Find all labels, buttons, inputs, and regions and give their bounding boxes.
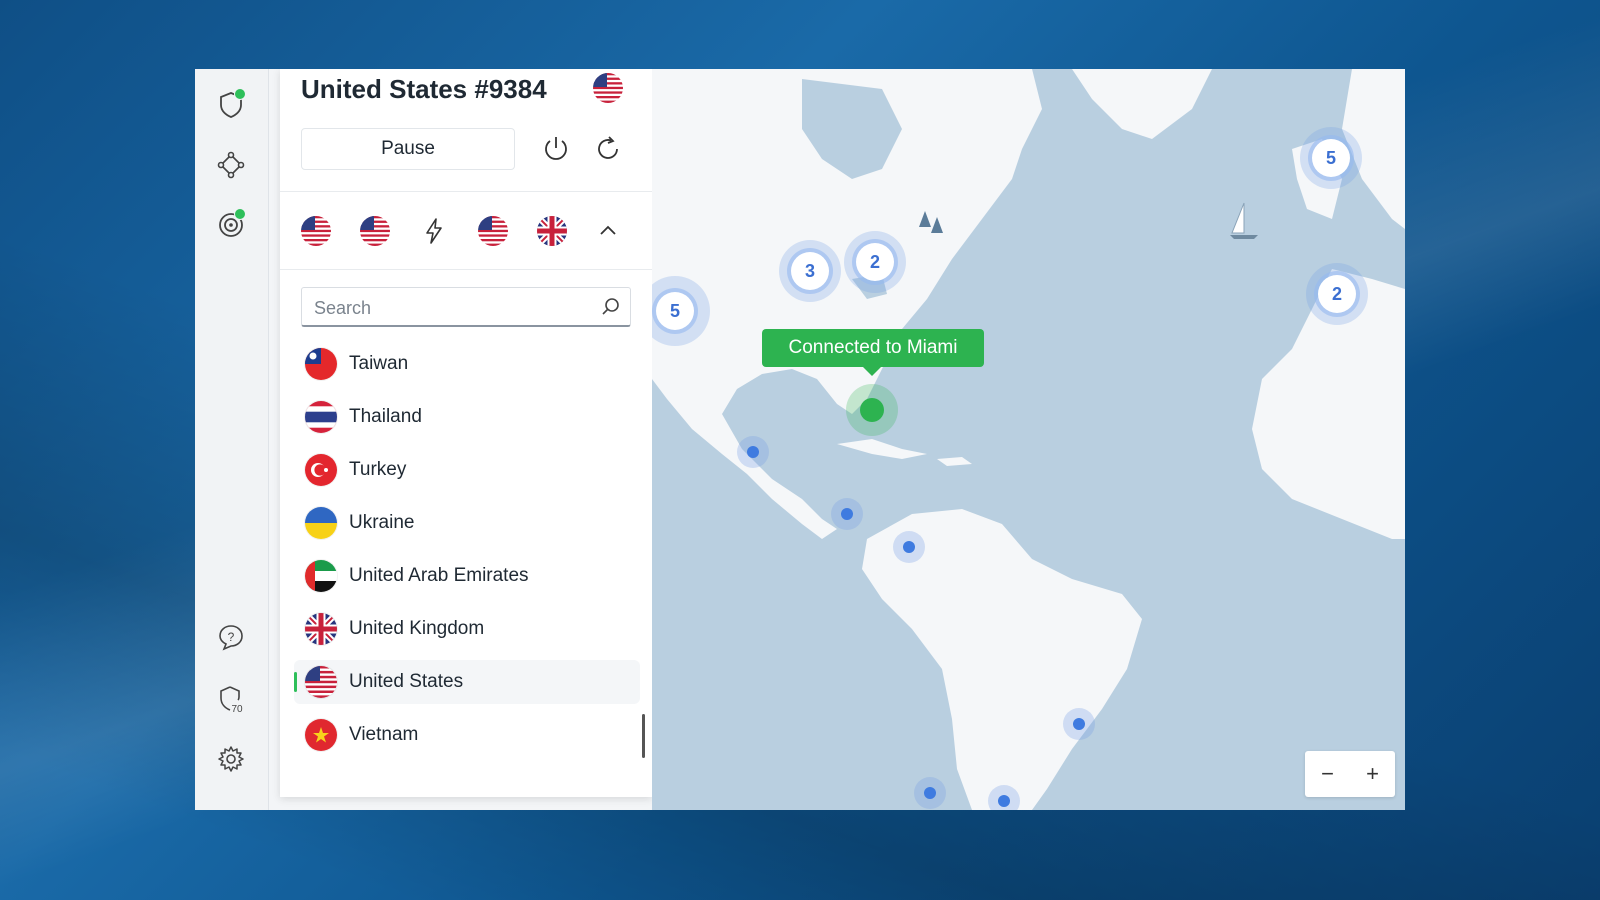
country-item-united-arab-emirates[interactable]: United Arab Emirates bbox=[294, 554, 640, 598]
quick-connect-us-3[interactable] bbox=[478, 216, 508, 246]
quick-connect-us-1[interactable] bbox=[301, 216, 331, 246]
vpn-app-window: ? 70 United States #9384 Pause Search Ta… bbox=[195, 69, 1405, 810]
disconnect-button[interactable] bbox=[539, 132, 573, 166]
server-location-pin[interactable] bbox=[988, 785, 1020, 810]
pause-button[interactable]: Pause bbox=[301, 128, 515, 170]
country-name: Ukraine bbox=[349, 512, 415, 533]
country-item-turkey[interactable]: Turkey bbox=[294, 448, 640, 492]
zoom-controls: − + bbox=[1305, 751, 1395, 797]
country-name: United Arab Emirates bbox=[349, 565, 529, 586]
lightning-icon bbox=[426, 218, 442, 244]
zoom-in-button[interactable]: + bbox=[1350, 751, 1395, 797]
search-input[interactable] bbox=[312, 296, 596, 320]
nav-rail: ? 70 bbox=[195, 69, 269, 810]
country-item-united-kingdom[interactable]: United Kingdom bbox=[294, 607, 640, 651]
nav-threat-protection[interactable] bbox=[213, 207, 249, 243]
uk-flag-icon bbox=[305, 613, 337, 645]
country-item-vietnam[interactable]: Vietnam bbox=[294, 713, 640, 757]
search-icon bbox=[602, 298, 619, 315]
connected-server-title: United States #9384 bbox=[301, 74, 547, 104]
list-scrollbar[interactable] bbox=[642, 714, 645, 758]
status-dot bbox=[234, 208, 246, 220]
gear-icon bbox=[218, 746, 244, 772]
country-name: United States bbox=[349, 671, 464, 692]
tree-icon bbox=[919, 211, 943, 233]
country-item-ukraine[interactable]: Ukraine bbox=[294, 501, 640, 545]
server-cluster[interactable]: 3 bbox=[779, 240, 841, 302]
country-item-taiwan[interactable]: Taiwan bbox=[294, 342, 640, 386]
server-cluster[interactable]: 5 bbox=[1300, 127, 1362, 189]
status-dot bbox=[234, 88, 246, 100]
country-name: Taiwan bbox=[349, 353, 409, 374]
zoom-out-button[interactable]: − bbox=[1305, 751, 1350, 797]
chevron-up-icon bbox=[600, 225, 616, 235]
nav-settings[interactable] bbox=[213, 741, 249, 777]
country-name: Vietnam bbox=[349, 724, 419, 745]
us-flag-icon bbox=[593, 73, 623, 103]
sailboat-icon bbox=[1230, 202, 1258, 239]
shield-badge-icon: 70 bbox=[220, 686, 243, 714]
nav-vpn-shield[interactable] bbox=[213, 87, 249, 123]
search-field[interactable] bbox=[301, 287, 631, 327]
country-name: Thailand bbox=[349, 406, 422, 427]
uae-flag-icon bbox=[305, 560, 337, 592]
help-icon: ? bbox=[219, 625, 243, 651]
svg-text:70: 70 bbox=[231, 704, 243, 714]
server-location-pin[interactable] bbox=[831, 498, 863, 530]
meshnet-icon bbox=[217, 151, 245, 179]
ukraine-flag-icon bbox=[305, 507, 337, 539]
server-cluster[interactable]: 2 bbox=[1306, 263, 1368, 325]
us-flag-icon bbox=[305, 666, 337, 698]
country-name: United Kingdom bbox=[349, 618, 485, 639]
map-landmasses bbox=[652, 69, 1405, 810]
nav-meshnet[interactable] bbox=[213, 147, 249, 183]
reconnect-button[interactable] bbox=[591, 132, 625, 166]
thailand-flag-icon bbox=[305, 401, 337, 433]
collapse-button[interactable] bbox=[591, 214, 625, 248]
quick-connect-gb[interactable] bbox=[537, 216, 567, 246]
quick-connect-fastest[interactable] bbox=[419, 216, 449, 246]
server-location-pin[interactable] bbox=[737, 436, 769, 468]
taiwan-flag-icon bbox=[305, 348, 337, 380]
divider bbox=[280, 269, 652, 270]
server-location-pin[interactable] bbox=[1063, 708, 1095, 740]
turkey-flag-icon bbox=[305, 454, 337, 486]
connection-tooltip: Connected to Miami bbox=[762, 329, 984, 376]
nav-help[interactable]: ? bbox=[213, 619, 249, 655]
vietnam-flag-icon bbox=[305, 719, 337, 751]
server-cluster[interactable]: 2 bbox=[844, 231, 906, 293]
power-icon bbox=[545, 137, 567, 160]
active-indicator bbox=[294, 672, 297, 692]
country-name: Turkey bbox=[349, 459, 407, 480]
connected-location-marker[interactable] bbox=[846, 384, 898, 436]
refresh-icon bbox=[598, 136, 618, 159]
world-map[interactable]: 5 3 2 5 2 Connected to Miami − + bbox=[652, 69, 1405, 810]
svg-text:?: ? bbox=[228, 630, 235, 644]
quick-connect-us-2[interactable] bbox=[360, 216, 390, 246]
server-location-pin[interactable] bbox=[893, 531, 925, 563]
divider bbox=[280, 191, 652, 192]
nav-dark-web-monitor[interactable]: 70 bbox=[213, 681, 249, 717]
country-item-thailand[interactable]: Thailand bbox=[294, 395, 640, 439]
server-location-pin[interactable] bbox=[914, 777, 946, 809]
country-item-united-states[interactable]: United States bbox=[294, 660, 640, 704]
server-panel: United States #9384 Pause Search Taiwan … bbox=[280, 69, 652, 797]
